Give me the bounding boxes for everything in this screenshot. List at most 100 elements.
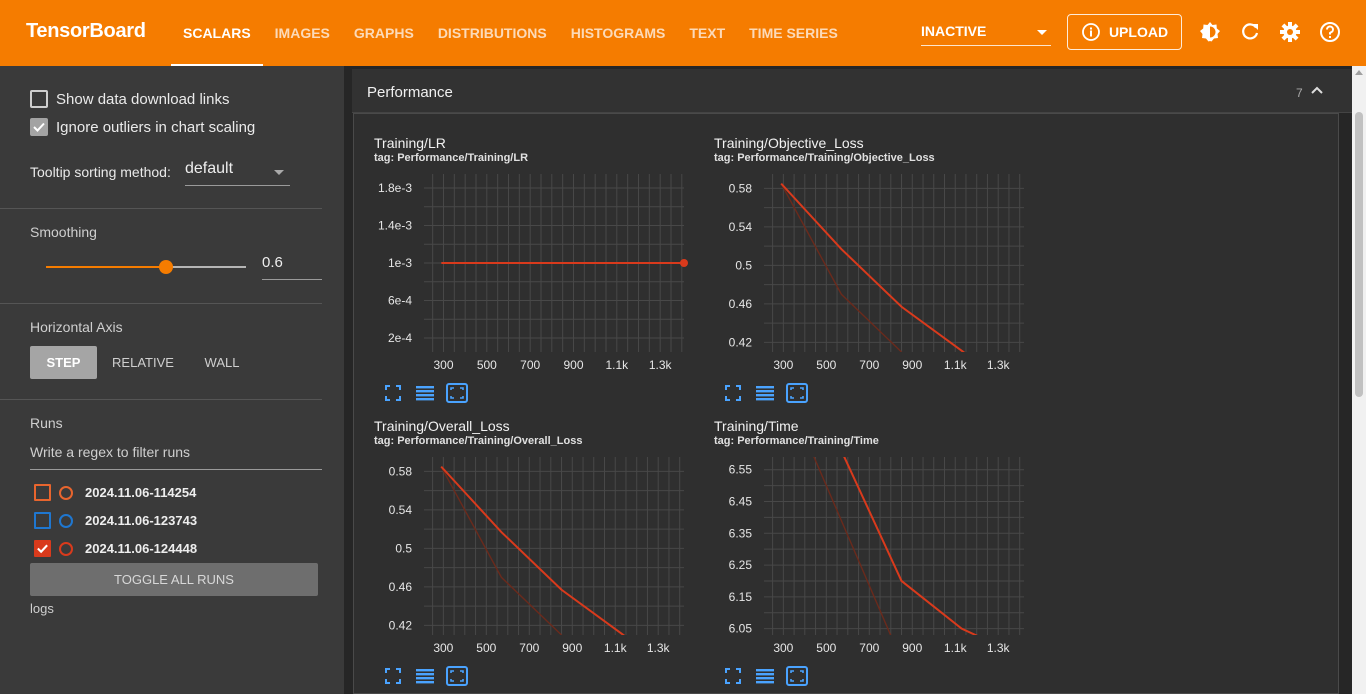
chart-toolbar [722, 665, 808, 687]
group-count-badge: 7 [1296, 86, 1303, 100]
fullscreen-icon[interactable] [382, 665, 404, 687]
y-tick-label: 0.54 [389, 503, 413, 517]
line-chart-training-time[interactable]: 6.55 6.45 6.35 6.25 6.15 6.05 300 500 700 900 1.1k… [694, 457, 1029, 657]
x-tick-label: 900 [902, 641, 922, 655]
x-tick-label: 700 [519, 641, 539, 655]
y-tick-label: 0.54 [729, 220, 753, 234]
line-chart-overall-loss[interactable]: 0.58 0.54 0.5 0.46 0.42 300 500 700 900 1.1k 1.3k [354, 457, 689, 657]
line-chart-training-lr[interactable]: 1.8e-3 1.4e-3 1e-3 6e-4 2e-4 300 500 700 900 1.1k… [354, 174, 689, 374]
scrollbar-thumb[interactable] [1355, 112, 1363, 397]
smoothing-slider[interactable] [46, 260, 246, 274]
run-color-swatch[interactable] [59, 541, 73, 556]
axis-step-button[interactable]: STEP [30, 346, 97, 379]
fullscreen-icon[interactable] [722, 665, 744, 687]
main-scrollbar[interactable] [1352, 66, 1366, 694]
x-tick-label: 500 [476, 641, 496, 655]
tab-histograms[interactable]: HISTOGRAMS [559, 0, 678, 66]
series-end-point [680, 259, 688, 267]
x-tick-label: 300 [773, 641, 793, 655]
plot-area [764, 174, 1024, 352]
ignore-outliers-label: Ignore outliers in chart scaling [56, 118, 256, 136]
info-icon [1082, 23, 1100, 41]
run-color-swatch[interactable] [59, 485, 73, 500]
smoothing-value-input[interactable]: 0.6 [262, 254, 322, 280]
axis-relative-button[interactable]: RELATIVE [105, 346, 181, 379]
x-tick-label: 500 [816, 358, 836, 372]
y-tick-label: 0.46 [389, 580, 413, 594]
tab-images[interactable]: IMAGES [263, 0, 342, 66]
run-name: 2024.11.06-114254 [85, 485, 197, 500]
toggle-all-runs-button[interactable]: TOGGLE ALL RUNS [30, 563, 318, 596]
x-tick-label: 700 [520, 358, 540, 372]
x-tick-label: 1.1k [605, 358, 629, 372]
tab-scalars[interactable]: SCALARS [171, 0, 263, 66]
ignore-outliers-option[interactable]: Ignore outliers in chart scaling [30, 118, 255, 136]
y-tick-label: 0.58 [389, 464, 413, 478]
run-item[interactable]: 2024.11.06-124448 [34, 540, 197, 557]
smoothing-slider-thumb[interactable] [159, 260, 173, 274]
chart-tag: tag: Performance/Training/Overall_Loss [374, 435, 583, 447]
inactive-plugins-select[interactable]: INACTIVE [921, 20, 1051, 46]
x-tick-label: 300 [433, 358, 453, 372]
y-tick-label: 0.58 [729, 181, 753, 195]
upload-label: UPLOAD [1108, 24, 1169, 40]
y-tick-label: 0.46 [729, 297, 753, 311]
fit-domain-icon[interactable] [786, 665, 808, 687]
tab-graphs[interactable]: GRAPHS [342, 0, 426, 66]
y-tick-label: 6.55 [729, 463, 753, 477]
help-icon[interactable] [1318, 20, 1342, 44]
ignore-outliers-checkbox[interactable] [30, 118, 48, 136]
show-download-links-option[interactable]: Show data download links [30, 90, 229, 108]
y-tick-label: 0.5 [735, 258, 752, 272]
line-chart-objective-loss[interactable]: 0.58 0.54 0.5 0.46 0.42 300 500 700 900 1.1k 1.3k [694, 174, 1029, 374]
sidebar: Show data download links Ignore outliers… [0, 66, 344, 694]
theme-toggle-icon[interactable] [1198, 20, 1222, 44]
tooltip-sorting-select[interactable]: default [185, 160, 290, 186]
axis-wall-button[interactable]: WALL [190, 346, 254, 379]
sidebar-divider [0, 399, 322, 400]
chevron-up-icon[interactable] [1310, 83, 1324, 97]
x-tick-label: 900 [902, 358, 922, 372]
chart-card: Training/Objective_Loss tag: Performance… [694, 114, 1029, 403]
x-tick-label: 700 [859, 641, 879, 655]
chart-cards-container: Training/LR tag: Performance/Training/LR… [353, 113, 1339, 694]
run-filter-input[interactable]: Write a regex to filter runs [30, 444, 322, 470]
chart-tag: tag: Performance/Training/Objective_Loss [714, 152, 935, 164]
show-download-checkbox[interactable] [30, 90, 48, 108]
tab-time-series[interactable]: TIME SERIES [737, 0, 850, 66]
y-tick-label: 1.8e-3 [378, 181, 412, 195]
brand-title[interactable]: TensorBoard [26, 20, 146, 43]
run-name: 2024.11.06-124448 [85, 541, 198, 556]
fit-domain-icon[interactable] [446, 665, 468, 687]
run-item[interactable]: 2024.11.06-123743 [34, 512, 197, 529]
scroll-up-arrow-icon[interactable] [1355, 70, 1363, 75]
tab-distributions[interactable]: DISTRIBUTIONS [426, 0, 559, 66]
main-content: Performance 7 Training/LR tag: Performan… [344, 66, 1352, 694]
plot-area [764, 457, 1024, 635]
x-tick-label: 1.1k [604, 641, 628, 655]
tab-text[interactable]: TEXT [677, 0, 737, 66]
sidebar-divider [0, 208, 322, 209]
chart-tag: tag: Performance/Training/LR [374, 152, 529, 164]
group-title: Performance [367, 84, 453, 101]
plugin-tabs: SCALARS IMAGES GRAPHS DISTRIBUTIONS HIST… [171, 0, 850, 66]
x-tick-label: 900 [562, 641, 582, 655]
chart-tag: tag: Performance/Training/Time [714, 435, 879, 447]
reload-icon[interactable] [1238, 20, 1262, 44]
settings-gear-icon[interactable] [1278, 20, 1302, 44]
upload-button[interactable]: UPLOAD [1067, 14, 1182, 50]
y-tick-label: 6.15 [729, 590, 753, 604]
chart-card: Training/Overall_Loss tag: Performance/T… [354, 397, 689, 686]
run-checkbox[interactable] [34, 484, 51, 501]
chart-title: Training/LR [374, 135, 446, 151]
run-item[interactable]: 2024.11.06-114254 [34, 484, 196, 501]
group-header-performance[interactable]: Performance 7 [352, 69, 1352, 113]
toggle-log-scale-icon[interactable] [754, 665, 776, 687]
run-color-swatch[interactable] [59, 513, 73, 528]
run-checkbox[interactable] [34, 512, 51, 529]
run-checkbox[interactable] [34, 540, 51, 557]
x-tick-label: 500 [477, 358, 497, 372]
smoothing-label: Smoothing [30, 224, 97, 240]
horizontal-axis-label: Horizontal Axis [30, 319, 123, 335]
toggle-log-scale-icon[interactable] [414, 665, 436, 687]
